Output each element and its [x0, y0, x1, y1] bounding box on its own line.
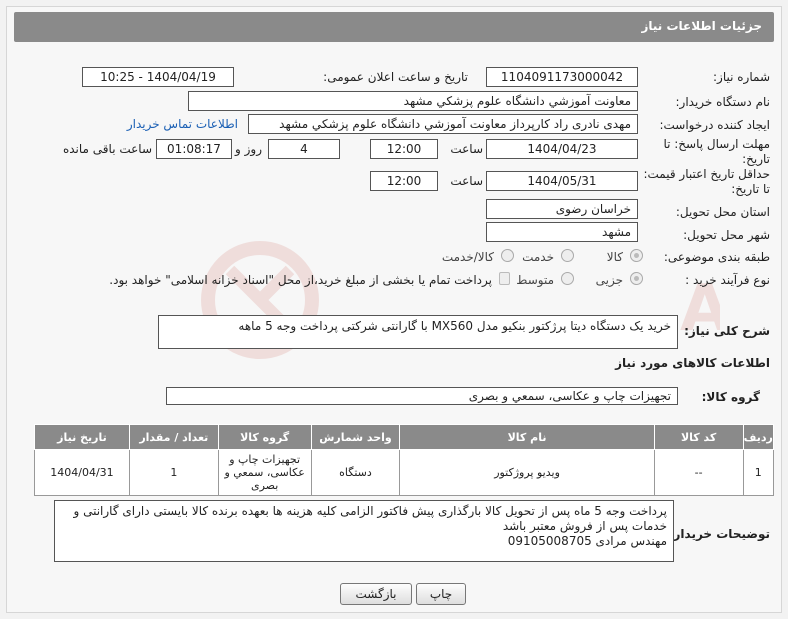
cell-row-number: 1 — [742, 449, 775, 496]
province-field: خراسان رضوی — [486, 199, 638, 219]
deadline-time-field: 12:00 — [370, 139, 438, 159]
cell-item-name: ویدیو پروژکتور — [399, 449, 655, 496]
process-option-minor: جزیی — [595, 273, 623, 287]
city-label: شهر محل تحویل: — [683, 228, 770, 242]
page-title: جزئیات اطلاعات نیاز — [641, 19, 762, 33]
buyer-org-field: معاونت آموزشي دانشگاه علوم پزشکي مشهد — [188, 91, 638, 111]
col-group: گروه کالا — [217, 424, 312, 450]
deadline-date-field: 1404/04/23 — [486, 139, 638, 159]
remaining-time-label: ساعت باقی مانده — [62, 142, 152, 156]
goods-section-title: اطلاعات کالاهای مورد نیاز — [615, 356, 770, 370]
category-radio-goods[interactable] — [630, 249, 643, 262]
validity-label: حداقل تاریخ اعتبار قیمت: — [643, 167, 770, 181]
cell-item-code: -- — [653, 449, 744, 496]
category-option-service: خدمت — [522, 250, 554, 264]
treasury-payment-note: پرداخت تمام یا بخشی از مبلغ خرید،از محل … — [109, 273, 492, 287]
col-row-number: ردیف — [742, 424, 775, 450]
category-option-both: کالا/خدمت — [441, 250, 494, 264]
validity-label-2: تا تاریخ: — [731, 182, 770, 196]
print-button[interactable]: چاپ — [416, 583, 466, 605]
validity-time-label: ساعت — [450, 174, 483, 188]
days-remaining-field: 4 — [268, 139, 340, 159]
validity-date-field: 1404/05/31 — [486, 171, 638, 191]
buyer-notes-label: توضیحات خریدار: — [668, 527, 770, 541]
creator-field: مهدی نادری راد کارپرداز معاونت آموزشي دا… — [248, 114, 638, 134]
cell-need-date: 1404/04/31 — [34, 449, 130, 496]
process-radio-minor[interactable] — [630, 272, 643, 285]
items-table-header: ردیف کد کالا نام کالا واحد شمارش گروه کا… — [34, 424, 775, 450]
cell-unit: دستگاه — [310, 449, 401, 496]
table-row: 1 -- ویدیو پروژکتور دستگاه تجهیزات چاپ و… — [34, 449, 775, 496]
category-label: طبقه بندی موضوعی: — [663, 250, 770, 264]
validity-time-field: 12:00 — [370, 171, 438, 191]
province-label: استان محل تحویل: — [675, 205, 770, 219]
announce-label: تاریخ و ساعت اعلان عمومی: — [323, 70, 468, 84]
header-bar: جزئیات اطلاعات نیاز — [14, 12, 774, 42]
process-radio-medium[interactable] — [561, 272, 574, 285]
buyer-org-label: نام دستگاه خریدار: — [675, 95, 771, 109]
cell-group: تجهیزات چاپ و عکاسی، سمعي و بصری — [217, 449, 312, 496]
col-unit: واحد شمارش — [310, 424, 401, 450]
deadline-label-2: تاریخ: — [742, 152, 770, 166]
description-label: شرح کلی نیاز: — [684, 324, 770, 338]
category-radio-service[interactable] — [561, 249, 574, 262]
category-option-goods: کالا — [606, 250, 623, 264]
col-item-name: نام کالا — [399, 424, 655, 450]
col-need-date: تاریخ نیاز — [34, 424, 130, 450]
goods-group-field: تجهیزات چاپ و عکاسی، سمعي و بصری — [166, 387, 678, 405]
goods-group-label: گروه کالا: — [701, 390, 760, 404]
deadline-label: مهلت ارسال پاسخ: تا — [663, 137, 770, 151]
back-button[interactable]: بازگشت — [340, 583, 412, 605]
city-field: مشهد — [486, 222, 638, 242]
col-quantity: تعداد / مقدار — [128, 424, 219, 450]
days-label: روز و — [235, 142, 262, 156]
need-number-field: 1104091173000042 — [486, 67, 638, 87]
buyer-notes-field: پرداخت وجه 5 ماه پس از تحویل کالا بارگذا… — [54, 500, 674, 562]
need-number-label: شماره نیاز: — [713, 70, 770, 84]
announce-field: 1404/04/19 - 10:25 — [82, 67, 234, 87]
treasury-payment-checkbox[interactable] — [499, 272, 510, 285]
process-label: نوع فرآیند خرید : — [685, 273, 770, 287]
deadline-time-label: ساعت — [450, 142, 483, 156]
process-option-medium: متوسط — [516, 273, 554, 287]
cell-quantity: 1 — [128, 449, 219, 496]
contact-info-link[interactable]: اطلاعات تماس خریدار — [127, 117, 238, 131]
items-table: ردیف کد کالا نام کالا واحد شمارش گروه کا… — [34, 424, 775, 496]
remaining-time-field: 01:08:17 — [156, 139, 232, 159]
creator-label: ایجاد کننده درخواست: — [659, 118, 770, 132]
description-field: خرید یک دستگاه دیتا پرژکتور بنکیو مدل MX… — [158, 315, 678, 349]
category-radio-both[interactable] — [501, 249, 514, 262]
col-item-code: کد کالا — [653, 424, 744, 450]
